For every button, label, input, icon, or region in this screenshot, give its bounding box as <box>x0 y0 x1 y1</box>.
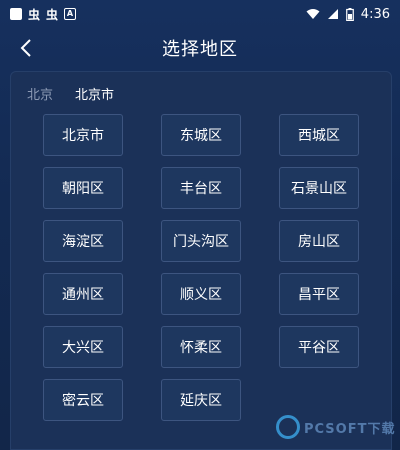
watermark: PCSOFT下载 <box>276 415 395 439</box>
wifi-icon <box>306 9 320 19</box>
breadcrumb-province[interactable]: 北京 <box>27 84 53 103</box>
district-button[interactable]: 石景山区 <box>279 167 359 209</box>
district-button[interactable]: 怀柔区 <box>161 326 241 368</box>
district-button[interactable]: 昌平区 <box>279 273 359 315</box>
district-button[interactable]: 西城区 <box>279 114 359 156</box>
back-button[interactable] <box>12 34 40 62</box>
breadcrumb: 北京 北京市 <box>27 84 114 103</box>
status-left: 虫 虫 A <box>10 6 77 23</box>
district-button[interactable]: 海淀区 <box>43 220 123 262</box>
district-button[interactable]: 朝阳区 <box>43 167 123 209</box>
district-grid: 北京市 东城区 西城区 朝阳区 丰台区 石景山区 海淀区 门头沟区 房山区 通州… <box>43 114 359 421</box>
app-bar: 选择地区 <box>0 28 400 68</box>
district-button[interactable]: 平谷区 <box>279 326 359 368</box>
region-panel: 北京 北京市 北京市 东城区 西城区 朝阳区 丰台区 石景山区 海淀区 门头沟区… <box>10 71 392 450</box>
breadcrumb-city[interactable]: 北京市 <box>75 84 114 103</box>
district-button[interactable]: 丰台区 <box>161 167 241 209</box>
district-button[interactable]: 北京市 <box>43 114 123 156</box>
signal-icon <box>327 9 338 19</box>
district-button[interactable]: 东城区 <box>161 114 241 156</box>
district-button[interactable]: 密云区 <box>43 379 123 421</box>
app-square-icon <box>10 8 22 20</box>
district-button[interactable]: 大兴区 <box>43 326 123 368</box>
district-button[interactable]: 通州区 <box>43 273 123 315</box>
page-title: 选择地区 <box>162 39 238 60</box>
notification-icon: 虫 <box>28 7 41 22</box>
a-box-icon: A <box>64 8 77 20</box>
battery-icon <box>345 7 354 21</box>
district-button[interactable]: 顺义区 <box>161 273 241 315</box>
status-bar: 虫 虫 A 4:36 <box>0 0 400 28</box>
status-right: 4:36 <box>306 7 390 22</box>
district-button[interactable]: 房山区 <box>279 220 359 262</box>
notification-icon: 虫 <box>46 7 59 22</box>
watermark-text: PCSOFT下载 <box>304 421 396 437</box>
status-time: 4:36 <box>360 6 390 22</box>
watermark-logo-icon <box>276 415 300 439</box>
district-button[interactable]: 延庆区 <box>161 379 241 421</box>
district-button[interactable]: 门头沟区 <box>161 220 241 262</box>
chevron-left-icon <box>20 39 31 57</box>
